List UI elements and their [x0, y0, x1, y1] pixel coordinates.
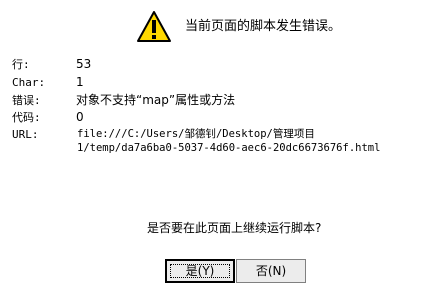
- char-value: 1: [76, 75, 84, 89]
- code-value: 0: [76, 110, 84, 124]
- yes-button-label: 是(Y): [185, 264, 215, 278]
- warning-icon: [137, 11, 171, 42]
- url-value: file:///C:/Users/邹德钊/Desktop/管理项目 1/temp…: [77, 127, 380, 155]
- error-value: 对象不支持“map”属性或方法: [76, 93, 236, 107]
- script-error-dialog: 当前页面的脚本发生错误。 行: 53 Char: 1 错误: 对象不支持“map…: [0, 0, 447, 295]
- url-line-2: 1/temp/da7a6ba0-5037-4d60-aec6-20dc66736…: [77, 142, 381, 154]
- no-button-label: 否(N): [255, 264, 287, 278]
- error-label: 错误:: [12, 94, 41, 107]
- url-line-1: file:///C:/Users/邹德钊/Desktop/管理项目: [77, 128, 315, 140]
- line-label: 行:: [12, 58, 30, 71]
- no-button[interactable]: 否(N): [236, 259, 306, 283]
- code-label: 代码:: [12, 111, 41, 124]
- continue-question: 是否要在此页面上继续运行脚本?: [147, 221, 322, 235]
- url-label: URL:: [12, 128, 39, 141]
- error-headline: 当前页面的脚本发生错误。: [185, 19, 342, 34]
- yes-button[interactable]: 是(Y): [165, 259, 235, 283]
- line-value: 53: [76, 57, 92, 71]
- char-label: Char:: [12, 76, 46, 89]
